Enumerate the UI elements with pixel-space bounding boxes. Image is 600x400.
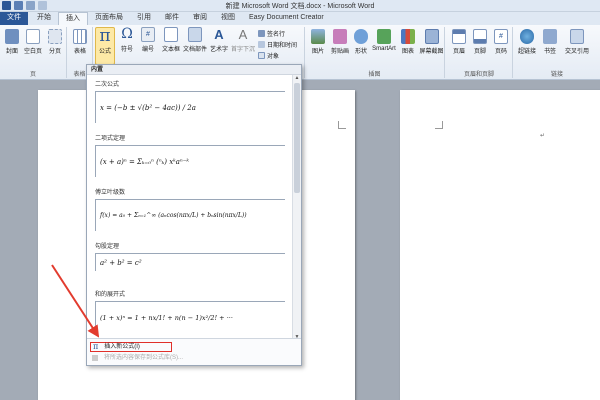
page-break-icon [48,29,62,44]
pi-icon: π [99,26,111,46]
pages-group: 封面 空白页 分页 页 [0,27,67,78]
screenshot-icon [424,29,439,44]
title-bar: 新建 Microsoft Word 文档.docx - Microsoft Wo… [0,0,600,12]
margin-corner-mark [435,121,443,129]
tab-file[interactable]: 文件 [0,12,28,25]
smartart-button[interactable]: SmartArt [371,29,397,52]
links-group: 超链接 书签 交叉引用 链接 [514,27,600,78]
screenshot-button[interactable]: 屏幕截图 [419,29,444,55]
shapes-button[interactable]: 形状 [351,29,371,55]
page-number-icon: # [494,29,508,44]
signature-icon [258,30,265,37]
gallery-footer: π 插入新公式(I) 将所选内容保存到公式库(S)... [87,338,301,365]
tab-view[interactable]: 视图 [214,12,242,25]
header-icon [452,29,466,44]
equation-item-pythagorean[interactable]: 勾股定理 a² + b² = c² [95,241,285,271]
number-icon: # [141,27,155,42]
table-button[interactable]: 表格 [70,29,90,55]
equation-item-expansion[interactable]: 和的展开式 (1 + x)ⁿ = 1 + nx/1! + n(n − 1)x²/… [95,289,285,333]
illustrations-group: 图片 剪贴画 形状 SmartArt 图表 屏幕截图 插图 [304,27,445,78]
margin-corner-mark [338,121,346,129]
window-title: 新建 Microsoft Word 文档.docx - Microsoft Wo… [225,3,375,10]
tab-page-layout[interactable]: 页面布局 [88,12,130,25]
equation-list: 二次公式 x = (−b ± √(b² − 4ac)) / 2a 二项式定理 (… [87,75,292,340]
save-selection-to-gallery-button: 将所选内容保存到公式库(S)... [90,353,183,363]
table-icon [73,29,87,44]
page-number-button[interactable]: # 页码 [491,29,511,55]
omega-icon: Ω [121,26,133,42]
quick-parts-button[interactable]: 文档部件 [183,27,207,53]
header-button[interactable]: 页眉 [449,29,469,55]
gallery-scrollbar[interactable]: ▲ ▼ [292,75,301,340]
bookmark-icon [543,29,557,44]
equation-preview: (1 + x)ⁿ = 1 + nx/1! + n(n − 1)x²/2! + ·… [95,301,285,333]
insert-new-equation-button[interactable]: π 插入新公式(I) [90,342,172,352]
calendar-icon [258,41,265,48]
globe-icon [520,29,534,44]
picture-icon [311,29,325,44]
dropcap-icon: A [238,27,248,42]
scroll-up-arrow-icon[interactable]: ▲ [294,75,300,81]
paragraph-mark: ↵ [540,133,546,139]
picture-button[interactable]: 图片 [308,29,328,55]
cover-page-button[interactable]: 封面 [2,29,22,55]
document-page-2[interactable]: ↵ [400,90,600,400]
equation-item-quadratic[interactable]: 二次公式 x = (−b ± √(b² − 4ac)) / 2a [95,79,285,123]
cross-reference-button[interactable]: 交叉引用 [562,29,592,55]
save-gallery-icon [92,355,98,361]
clipart-button[interactable]: 剪贴画 [330,29,350,55]
textbox-button[interactable]: 文本框 [160,27,182,53]
chart-button[interactable]: 图表 [398,29,418,55]
date-time-button[interactable]: 日期和时间 [258,40,297,49]
cover-page-icon [5,29,19,44]
chart-icon [401,29,415,44]
tab-review[interactable]: 审阅 [186,12,214,25]
equation-button[interactable]: π 公式 [95,27,115,65]
quick-parts-icon [188,27,202,42]
symbol-button[interactable]: Ω 符号 [117,26,137,54]
scrollbar-thumb[interactable] [294,83,300,193]
textbox-icon [164,27,178,42]
equation-item-binomial[interactable]: 二项式定理 (x + a)ⁿ = Σₖ₌₀ⁿ (ⁿₖ) xᵏaⁿ⁻ᵏ [95,133,285,177]
blank-page-button[interactable]: 空白页 [23,29,43,55]
wordart-button[interactable]: A 艺术字 [208,27,230,53]
gallery-header: 内置 [87,65,301,75]
signature-line-button[interactable]: 签名行 [258,29,285,38]
hyperlink-button[interactable]: 超链接 [517,29,537,55]
ribbon-tabs: 文件 开始 插入 页面布局 引用 邮件 审阅 视图 Easy Document … [0,12,600,25]
footer-button[interactable]: 页脚 [470,29,490,55]
tab-home[interactable]: 开始 [30,12,58,25]
page-break-button[interactable]: 分页 [45,29,65,55]
equation-preview: a² + b² = c² [95,253,285,271]
dropcap-button[interactable]: A 首字下沉 [231,27,255,53]
equation-preview: (x + a)ⁿ = Σₖ₌₀ⁿ (ⁿₖ) xᵏaⁿ⁻ᵏ [95,145,285,177]
tab-easy-document-creator[interactable]: Easy Document Creator [242,12,331,25]
number-button[interactable]: # 编号 [138,27,158,53]
equation-gallery-dropdown: 内置 二次公式 x = (−b ± √(b² − 4ac)) / 2a 二项式定… [86,64,302,366]
clipart-icon [333,29,347,44]
tab-mailings[interactable]: 邮件 [158,12,186,25]
pi-icon: π [93,342,99,351]
wordart-icon: A [214,27,224,42]
header-footer-group: 页眉 页脚 # 页码 页眉和页脚 [446,27,513,78]
equation-preview: f(x) = a₀ + Σₙ₌₁^∞ (aₙcos(nπx/L) + bₙsin… [95,199,285,231]
blank-page-icon [26,29,40,44]
equation-preview: x = (−b ± √(b² − 4ac)) / 2a [95,91,285,123]
tab-references[interactable]: 引用 [130,12,158,25]
cross-reference-icon [570,29,584,44]
shapes-icon [354,29,368,44]
tab-insert[interactable]: 插入 [58,12,88,25]
smartart-icon [377,29,391,44]
equation-item-fourier[interactable]: 傅立叶级数 f(x) = a₀ + Σₙ₌₁^∞ (aₙcos(nπx/L) +… [95,187,285,231]
bookmark-button[interactable]: 书签 [540,29,560,55]
object-icon [258,52,265,59]
object-button[interactable]: 对象 [258,51,279,60]
footer-icon [473,29,487,44]
